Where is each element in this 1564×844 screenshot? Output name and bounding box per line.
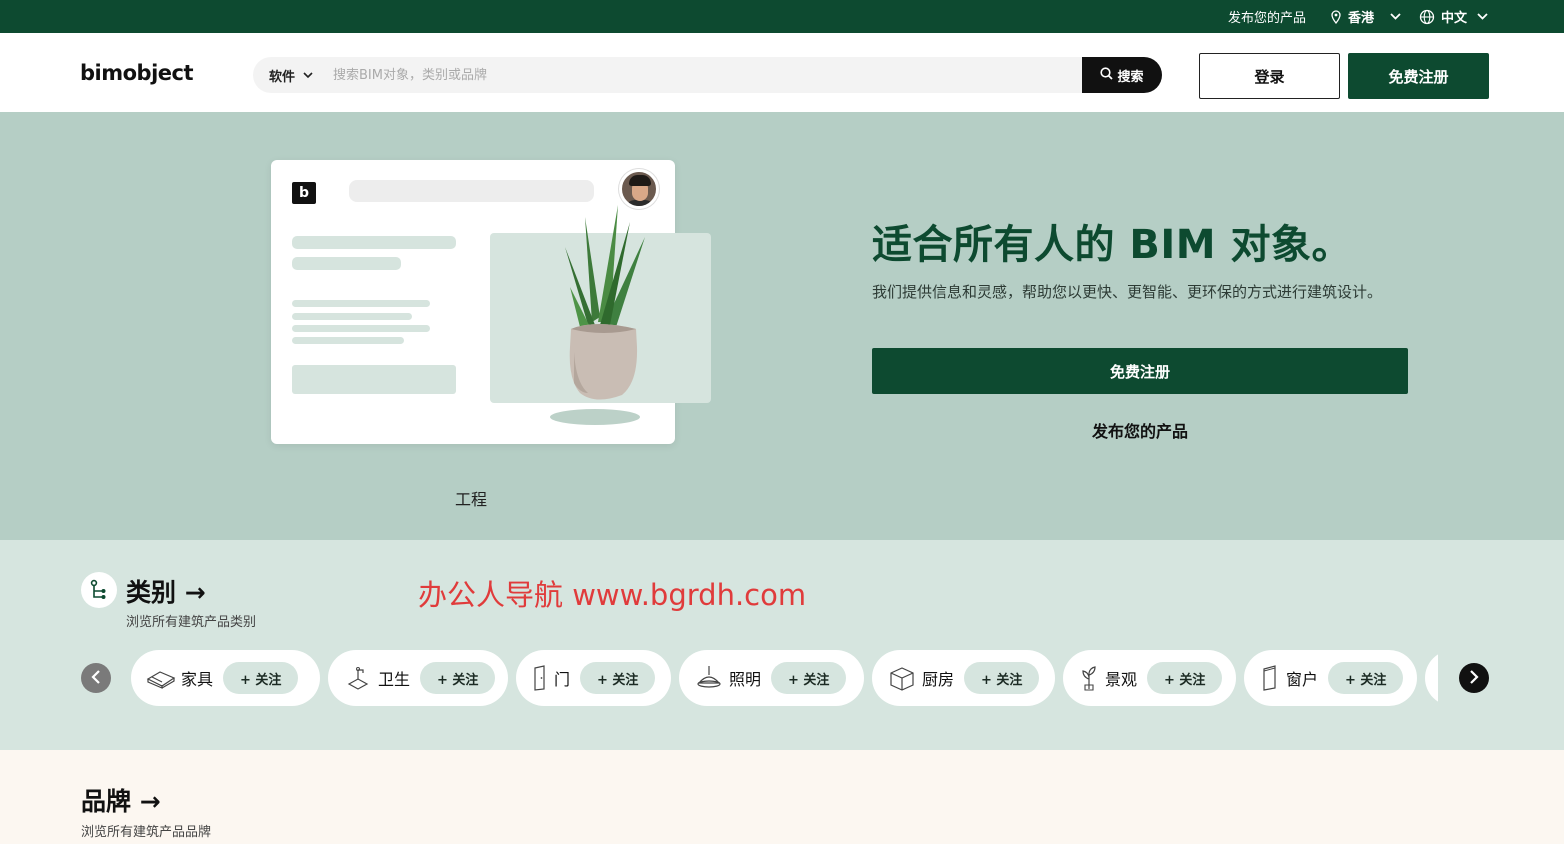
- category-chip-landscape[interactable]: 景观 + 关注: [1063, 650, 1236, 706]
- chevron-right-icon: [1469, 669, 1479, 688]
- follow-button[interactable]: + 关注: [580, 662, 656, 694]
- potted-plant-image: [550, 205, 645, 425]
- brands-subtitle: 浏览所有建筑产品品牌: [81, 825, 212, 840]
- category-label: 卫生: [378, 670, 411, 689]
- follow-button[interactable]: + 关注: [223, 662, 299, 694]
- region-label: 香港: [1348, 11, 1375, 26]
- card-text-line: [292, 257, 401, 270]
- faucet-icon: [342, 662, 374, 694]
- register-button[interactable]: 免费注册: [1348, 53, 1489, 99]
- hero-title: 适合所有人的 BIM 对象。: [872, 222, 1353, 268]
- chevron-left-icon: [91, 669, 101, 688]
- follow-button[interactable]: + 关注: [1328, 662, 1404, 694]
- follow-button[interactable]: + 关注: [964, 662, 1040, 694]
- hero-card-caption: 工程: [455, 490, 488, 509]
- login-button[interactable]: 登录: [1199, 53, 1340, 99]
- follow-button[interactable]: + 关注: [1147, 662, 1223, 694]
- top-bar: 发布您的产品 香港 中文: [0, 0, 1564, 33]
- categories-subtitle: 浏览所有建筑产品类别: [126, 615, 257, 630]
- hero-description: 我们提供信息和灵感，帮助您以更快、更智能、更环保的方式进行建筑设计。: [872, 283, 1383, 301]
- category-label: 门: [554, 670, 571, 689]
- search-scope-dropdown[interactable]: 软件: [269, 57, 313, 93]
- window-icon: [1258, 662, 1282, 694]
- chevron-down-icon: [1477, 13, 1488, 20]
- categories-title[interactable]: 类别 →: [126, 573, 206, 609]
- language-label: 中文: [1441, 11, 1468, 26]
- hero-register-button[interactable]: 免费注册: [872, 348, 1408, 394]
- lamp-icon: [693, 662, 725, 694]
- category-label: 景观: [1105, 670, 1138, 689]
- chevron-down-icon: [303, 68, 313, 83]
- hero-publish-product-link[interactable]: 发布您的产品: [872, 418, 1408, 442]
- card-text-line: [292, 300, 430, 307]
- search-button[interactable]: 搜索: [1082, 57, 1162, 93]
- category-chip-furniture[interactable]: 家具 + 关注: [131, 650, 320, 706]
- category-carousel: 家具 + 关注 卫生 + 关注 门 + 关注 照明 + 关注 厨房 + 关注 景…: [131, 649, 1438, 709]
- location-pin-icon: [1330, 9, 1342, 24]
- category-chip-sanitary[interactable]: 卫生 + 关注: [328, 650, 508, 706]
- follow-button[interactable]: + 关注: [420, 662, 496, 694]
- sofa-icon: [145, 662, 177, 694]
- hero-section: b 工程 适合所有人的 BIM 对象。 我们提供信息和灵感，帮助您以更快、更智能…: [0, 112, 1564, 540]
- cabinet-icon: [886, 662, 918, 694]
- categories-section: 类别 → 浏览所有建筑产品类别 办公人导航 www.bgrdh.com 家具 +…: [0, 540, 1564, 750]
- category-chip-partial[interactable]: [1425, 650, 1438, 706]
- publish-product-link[interactable]: 发布您的产品: [1228, 0, 1306, 33]
- region-selector[interactable]: 香港: [1330, 0, 1401, 33]
- card-text-line: [292, 313, 412, 320]
- category-chip-windows[interactable]: 窗户 + 关注: [1244, 650, 1417, 706]
- search-input[interactable]: [333, 63, 1073, 87]
- globe-icon: [1419, 9, 1435, 25]
- site-header: bimobject 软件 搜索 登录 免费注册: [0, 33, 1564, 112]
- card-text-line: [292, 325, 430, 332]
- publish-product-label: 发布您的产品: [1228, 11, 1307, 26]
- card-button-placeholder: [292, 365, 456, 394]
- carousel-prev-button[interactable]: [81, 663, 111, 693]
- b-logo-icon: b: [292, 182, 316, 204]
- category-label: 家具: [181, 670, 214, 689]
- category-label: 厨房: [922, 670, 955, 689]
- chevron-down-icon: [1390, 13, 1401, 20]
- door-icon: [530, 662, 550, 694]
- search-scope-label: 软件: [269, 69, 296, 85]
- watermark-text: 办公人导航 www.bgrdh.com: [418, 578, 807, 612]
- category-tree-icon: [81, 572, 117, 608]
- language-selector[interactable]: 中文: [1419, 0, 1488, 33]
- search-bar: 软件 搜索: [253, 57, 1162, 93]
- category-chip-lighting[interactable]: 照明 + 关注: [679, 650, 864, 706]
- bimobject-logo[interactable]: bimobject: [80, 61, 194, 85]
- follow-button[interactable]: + 关注: [771, 662, 847, 694]
- category-label: 窗户: [1286, 670, 1319, 689]
- search-icon: [1100, 66, 1114, 84]
- search-button-label: 搜索: [1117, 69, 1144, 85]
- plant-icon: [1077, 662, 1101, 694]
- category-chip-kitchen[interactable]: 厨房 + 关注: [872, 650, 1055, 706]
- brands-title[interactable]: 品牌 →: [81, 782, 161, 818]
- category-label: 照明: [729, 670, 762, 689]
- category-chip-doors[interactable]: 门 + 关注: [516, 650, 671, 706]
- card-text-line: [292, 236, 456, 249]
- card-text-line: [292, 337, 404, 344]
- carousel-next-button[interactable]: [1459, 663, 1489, 693]
